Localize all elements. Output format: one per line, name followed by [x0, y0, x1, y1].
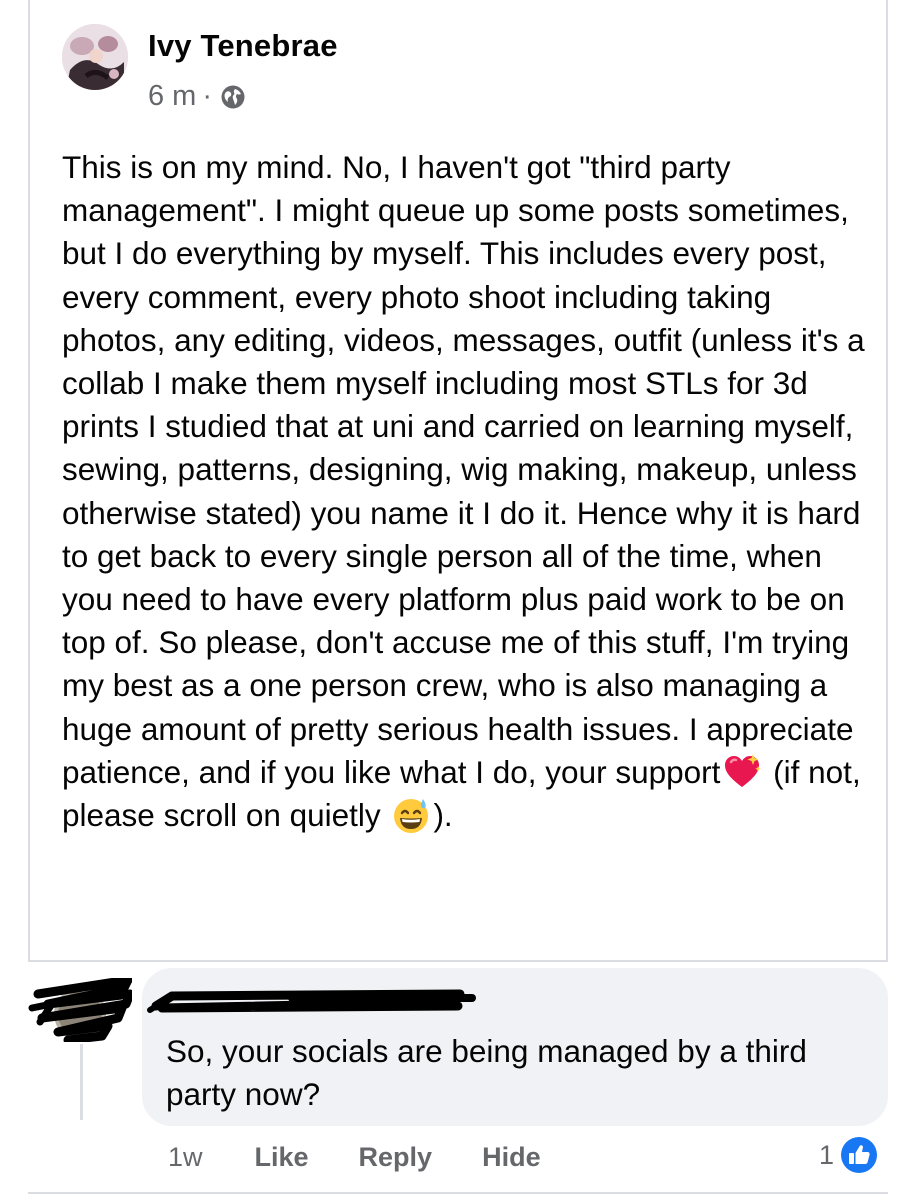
grinning-sweat-emoji — [391, 795, 431, 835]
post-body-ending: ). — [433, 797, 453, 834]
like-icon — [840, 1136, 878, 1174]
post-meta: 6 m · — [148, 80, 246, 113]
post-timestamp[interactable]: 6 m — [148, 80, 196, 113]
comment-actions: 1w Like Reply Hide — [168, 1142, 591, 1173]
comment-timestamp[interactable]: 1w — [168, 1142, 203, 1173]
hide-button[interactable]: Hide — [482, 1142, 541, 1173]
sparkling-heart-emoji — [722, 752, 762, 792]
commenter-name-redacted — [142, 980, 482, 1020]
reply-button[interactable]: Reply — [359, 1142, 433, 1173]
reply-thread-line — [80, 1044, 83, 1120]
author-avatar[interactable] — [62, 24, 128, 90]
commenter-avatar-redacted[interactable] — [28, 975, 135, 1045]
comment-text: So, your socials are being managed by a … — [166, 1033, 807, 1112]
reaction-count: 1 — [818, 1139, 834, 1170]
bottom-divider — [28, 1192, 888, 1194]
like-button[interactable]: Like — [255, 1142, 309, 1173]
post-author-name[interactable]: Ivy Tenebrae — [148, 28, 338, 64]
meta-separator: · — [202, 80, 213, 112]
globe-icon[interactable] — [220, 84, 246, 110]
post-body-text: This is on my mind. No, I haven't got "t… — [62, 149, 865, 790]
post-body: This is on my mind. No, I haven't got "t… — [62, 146, 878, 837]
comment-reactions[interactable]: 1 — [819, 1136, 884, 1174]
comment-bubble: So, your socials are being managed by a … — [142, 968, 888, 1126]
post-card: Ivy Tenebrae 6 m · This is on my mind. N… — [28, 0, 888, 962]
